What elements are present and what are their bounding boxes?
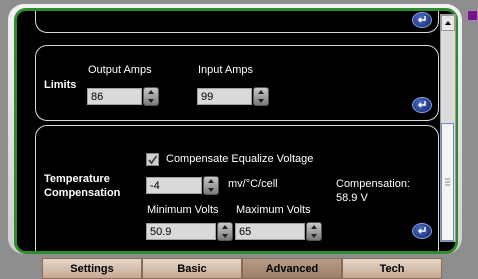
maximum-volts-field[interactable]: 65: [235, 223, 305, 240]
limits-section-label: Limits: [44, 79, 77, 91]
input-amps-stepper[interactable]: [253, 87, 269, 106]
temperature-section-label-line1: Temperature: [44, 173, 110, 185]
up-down-arrows-icon: [258, 90, 264, 103]
minimum-volts-label: Minimum Volts: [147, 204, 219, 216]
minimum-volts-field[interactable]: 50.9: [146, 223, 216, 240]
corner-indicator-icon: [467, 10, 478, 21]
scrollbar-thumb[interactable]: [441, 123, 454, 241]
output-amps-field[interactable]: 86: [87, 88, 142, 105]
vertical-scrollbar[interactable]: [440, 14, 456, 242]
temperature-compensation-panel: Temperature Compensation Compensate Equa…: [35, 125, 439, 251]
enter-button-previous[interactable]: [412, 12, 432, 28]
maximum-volts-stepper[interactable]: [306, 222, 322, 241]
checkmark-icon: [148, 155, 158, 165]
maximum-volts-label: Maximum Volts: [236, 204, 311, 216]
tab-tech[interactable]: Tech: [342, 258, 442, 279]
output-amps-label: Output Amps: [88, 64, 152, 76]
compensation-label: Compensation:: [336, 178, 410, 190]
input-amps-field[interactable]: 99: [197, 88, 252, 105]
coefficient-unit: mv/°C/cell: [228, 178, 278, 190]
up-down-arrows-icon: [148, 90, 154, 103]
compensate-equalize-label[interactable]: Compensate Equalize Voltage: [166, 153, 313, 165]
enter-button-limits[interactable]: [412, 97, 432, 113]
temperature-section-label-line2: Compensation: [44, 187, 121, 199]
up-down-arrows-icon: [222, 225, 228, 238]
limits-panel: Limits Output Amps 86 Input Amps 99: [35, 45, 439, 121]
enter-arrow-icon: [417, 101, 426, 108]
enter-arrow-icon: [417, 227, 426, 234]
output-amps-stepper[interactable]: [143, 87, 159, 106]
settings-viewport: Limits Output Amps 86 Input Amps 99 Temp…: [14, 8, 458, 254]
enter-arrow-icon: [417, 16, 426, 23]
enter-button-temperature[interactable]: [412, 223, 432, 239]
coefficient-stepper[interactable]: [203, 176, 219, 195]
tab-settings[interactable]: Settings: [42, 258, 142, 279]
up-down-arrows-icon: [208, 179, 214, 192]
previous-section-panel: [35, 11, 439, 33]
scroll-up-button[interactable]: [441, 15, 455, 31]
tab-advanced[interactable]: Advanced: [242, 258, 342, 279]
tab-bar: Settings Basic Advanced Tech: [42, 258, 442, 279]
grip-icon: [445, 178, 450, 186]
tab-basic[interactable]: Basic: [142, 258, 242, 279]
coefficient-field[interactable]: -4: [146, 177, 202, 194]
up-down-arrows-icon: [311, 225, 317, 238]
arrow-up-icon: [445, 21, 451, 25]
compensation-value: 58.9 V: [336, 192, 368, 204]
minimum-volts-stepper[interactable]: [217, 222, 233, 241]
input-amps-label: Input Amps: [198, 64, 254, 76]
compensate-equalize-checkbox[interactable]: [146, 153, 159, 166]
